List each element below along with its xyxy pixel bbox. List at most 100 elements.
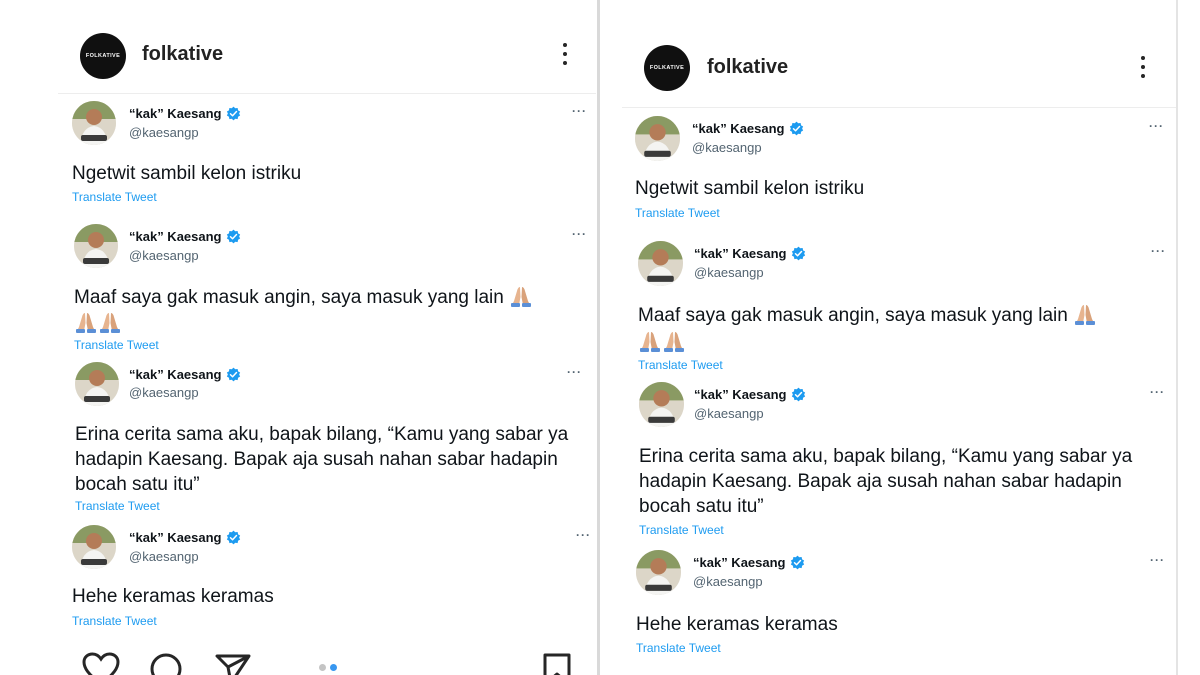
more-options-icon[interactable]: ···	[1151, 244, 1166, 258]
tweet-text-content: Maaf saya gak masuk angin, saya masuk ya…	[74, 287, 504, 308]
more-options-icon[interactable]: ···	[572, 104, 587, 118]
avatar[interactable]	[74, 224, 118, 268]
panel-divider	[597, 0, 600, 675]
tweet-author-name[interactable]: “kak” Kaesang	[129, 229, 241, 244]
account-name[interactable]: folkative	[142, 43, 223, 66]
display-name: “kak” Kaesang	[129, 367, 222, 382]
tweet-text: Ngetwit sambil kelon istriku	[635, 178, 865, 199]
carousel-dot-active	[330, 664, 337, 671]
tweet-card: “kak” Kaesang @kaesangp ··· Erina cerita…	[639, 382, 1175, 538]
translate-tweet-link[interactable]: Translate Tweet	[636, 641, 721, 655]
translate-tweet-link[interactable]: Translate Tweet	[72, 190, 157, 204]
tweet-handle[interactable]: @kaesangp	[129, 549, 199, 564]
account-avatar[interactable]: FOLKATIVE	[644, 45, 690, 91]
folded-hands-emoji	[100, 313, 120, 333]
tweet-card: “kak” Kaesang @kaesangp ··· Ngetwit samb…	[635, 116, 1171, 226]
carousel-dot	[319, 664, 326, 671]
folded-hands-emoji	[1075, 305, 1096, 325]
tweet-text: Ngetwit sambil kelon istriku	[72, 163, 302, 184]
heart-icon[interactable]	[82, 652, 120, 675]
tweet-handle[interactable]: @kaesangp	[694, 406, 764, 421]
avatar[interactable]	[636, 550, 681, 595]
post-options-icon[interactable]	[1141, 56, 1145, 78]
tweet-handle[interactable]: @kaesangp	[129, 125, 199, 140]
folded-hands-emoji	[664, 332, 684, 352]
post-action-bar	[58, 648, 596, 675]
tweet-card: “kak” Kaesang @kaesangp ··· Erina cerita…	[75, 362, 595, 514]
verified-badge-icon	[789, 121, 803, 136]
avatar[interactable]	[639, 382, 684, 427]
bookmark-icon[interactable]	[542, 652, 572, 675]
carousel-indicator	[319, 664, 337, 671]
account-avatar[interactable]: FOLKATIVE	[80, 33, 126, 79]
display-name: “kak” Kaesang	[129, 530, 222, 545]
tweet-author-name[interactable]: “kak” Kaesang	[129, 106, 241, 121]
verified-badge-icon	[791, 387, 805, 402]
avatar[interactable]	[72, 525, 116, 569]
tweet-handle[interactable]: @kaesangp	[692, 140, 762, 155]
folded-hands-emoji	[511, 287, 532, 307]
more-options-icon[interactable]: ···	[567, 365, 582, 379]
tweet-text-content: Maaf saya gak masuk angin, saya masuk ya…	[638, 305, 1068, 326]
more-options-icon[interactable]: ···	[572, 227, 587, 241]
comment-icon[interactable]	[148, 652, 184, 675]
tweet-card: “kak” Kaesang @kaesangp ··· Hehe keramas…	[636, 550, 1176, 660]
tweet-card: “kak” Kaesang @kaesangp ··· Maaf saya ga…	[638, 241, 1174, 373]
instagram-post-left: FOLKATIVE folkative “kak” Kaesang @kaesa…	[58, 0, 596, 675]
tweet-author-name[interactable]: “kak” Kaesang	[129, 530, 241, 545]
tweet-card: “kak” Kaesang @kaesangp ··· Maaf saya ga…	[74, 224, 594, 354]
translate-tweet-link[interactable]: Translate Tweet	[639, 523, 724, 537]
tweet-handle[interactable]: @kaesangp	[129, 248, 199, 263]
display-name: “kak” Kaesang	[694, 387, 787, 402]
translate-tweet-link[interactable]: Translate Tweet	[75, 499, 160, 513]
tweet-author-name[interactable]: “kak” Kaesang	[694, 387, 806, 402]
translate-tweet-link[interactable]: Translate Tweet	[635, 206, 720, 220]
display-name: “kak” Kaesang	[692, 121, 785, 136]
more-options-icon[interactable]: ···	[1150, 385, 1165, 399]
verified-badge-icon	[226, 530, 240, 545]
tweet-handle[interactable]: @kaesangp	[693, 574, 763, 589]
translate-tweet-link[interactable]: Translate Tweet	[638, 358, 723, 372]
tweet-author-name[interactable]: “kak” Kaesang	[694, 246, 806, 261]
tweet-text: Maaf saya gak masuk angin, saya masuk ya…	[638, 302, 1158, 356]
avatar[interactable]	[75, 362, 119, 406]
tweet-text: Erina cerita sama aku, bapak bilang, “Ka…	[639, 446, 1133, 517]
display-name: “kak” Kaesang	[129, 229, 222, 244]
more-options-icon[interactable]: ···	[1150, 553, 1165, 567]
translate-tweet-link[interactable]: Translate Tweet	[74, 338, 159, 352]
verified-badge-icon	[226, 229, 240, 244]
verified-badge-icon	[791, 246, 805, 261]
instagram-post-right: FOLKATIVE folkative “kak” Kaesang @kaesa…	[622, 0, 1176, 675]
panel-edge	[1176, 0, 1178, 675]
avatar[interactable]	[635, 116, 680, 161]
display-name: “kak” Kaesang	[693, 555, 786, 570]
tweet-text: Hehe keramas keramas	[72, 586, 274, 607]
tweet-handle[interactable]: @kaesangp	[694, 265, 764, 280]
avatar[interactable]	[72, 101, 116, 145]
tweet-card: “kak” Kaesang @kaesangp ··· Hehe keramas…	[72, 525, 596, 631]
folded-hands-emoji	[76, 313, 96, 333]
verified-badge-icon	[226, 106, 240, 121]
tweet-author-name[interactable]: “kak” Kaesang	[692, 121, 804, 136]
display-name: “kak” Kaesang	[694, 246, 787, 261]
post-header: FOLKATIVE folkative	[622, 40, 1176, 108]
tweet-card: “kak” Kaesang @kaesangp ··· Ngetwit samb…	[72, 101, 592, 211]
tweet-text: Maaf saya gak masuk angin, saya masuk ya…	[74, 285, 584, 337]
tweet-text: Hehe keramas keramas	[636, 614, 838, 635]
send-icon[interactable]	[215, 653, 251, 675]
more-options-icon[interactable]: ···	[1149, 119, 1164, 133]
folded-hands-emoji	[640, 332, 660, 352]
more-options-icon[interactable]: ···	[576, 528, 591, 542]
verified-badge-icon	[226, 367, 240, 382]
post-header: FOLKATIVE folkative	[58, 28, 596, 94]
tweet-author-name[interactable]: “kak” Kaesang	[129, 367, 241, 382]
avatar[interactable]	[638, 241, 683, 286]
display-name: “kak” Kaesang	[129, 106, 222, 121]
tweet-author-name[interactable]: “kak” Kaesang	[693, 555, 805, 570]
translate-tweet-link[interactable]: Translate Tweet	[72, 614, 157, 628]
account-name[interactable]: folkative	[707, 56, 788, 79]
tweet-handle[interactable]: @kaesangp	[129, 385, 199, 400]
tweet-text: Erina cerita sama aku, bapak bilang, “Ka…	[75, 424, 569, 495]
verified-badge-icon	[790, 555, 804, 570]
post-options-icon[interactable]	[563, 43, 567, 65]
